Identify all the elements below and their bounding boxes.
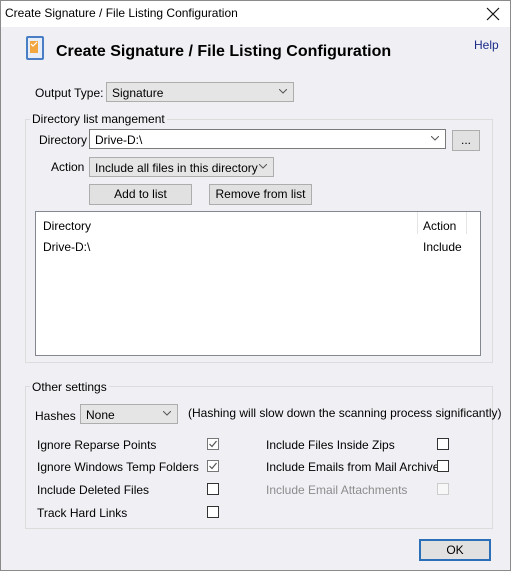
- checkmark-icon: [209, 462, 217, 470]
- hashes-note: (Hashing will slow down the scanning pro…: [188, 406, 502, 420]
- directory-group-title: Directory list mangement: [30, 112, 167, 126]
- directory-list[interactable]: Directory Action Drive-D:\ Include: [35, 211, 481, 356]
- action-select[interactable]: Include all files in this directory: [89, 157, 274, 177]
- output-type-value: Signature: [112, 86, 164, 100]
- include-email-attachments-checkbox: [437, 483, 449, 495]
- action-label: Action: [51, 160, 85, 174]
- window-title: Create Signature / File Listing Configur…: [5, 6, 238, 20]
- column-separator[interactable]: [417, 212, 418, 234]
- title-bar: Create Signature / File Listing Configur…: [1, 1, 510, 27]
- include-files-inside-zips-checkbox[interactable]: [437, 438, 449, 450]
- row-action: Include: [423, 240, 462, 254]
- ignore-temp-folders-checkbox[interactable]: [207, 460, 219, 472]
- close-icon: [486, 7, 500, 21]
- column-header-action[interactable]: Action: [423, 219, 456, 233]
- option-include-deleted-files-label: Include Deleted Files: [37, 483, 150, 497]
- track-hard-links-checkbox[interactable]: [207, 506, 219, 518]
- help-link[interactable]: Help: [474, 38, 499, 52]
- chevron-down-icon: [259, 164, 267, 169]
- column-header-directory[interactable]: Directory: [43, 219, 91, 233]
- ignore-reparse-points-checkbox[interactable]: [207, 438, 219, 450]
- option-ignore-reparse-points-label: Ignore Reparse Points: [37, 438, 157, 452]
- option-email-attachments-label: Include Email Attachments: [266, 483, 408, 497]
- browse-button[interactable]: ...: [452, 130, 480, 151]
- hashes-select[interactable]: None: [80, 404, 178, 424]
- signature-document-icon: [26, 36, 44, 60]
- option-ignore-temp-folders-label: Ignore Windows Temp Folders: [37, 460, 199, 474]
- directory-input[interactable]: Drive-D:\: [89, 129, 446, 149]
- list-header: Directory Action: [36, 212, 480, 234]
- other-settings-title: Other settings: [30, 380, 109, 394]
- hashes-value: None: [86, 408, 115, 422]
- directory-label: Directory: [39, 133, 88, 147]
- option-track-hard-links-label: Track Hard Links: [37, 506, 128, 520]
- directory-value: Drive-D:\: [95, 133, 143, 147]
- ok-button[interactable]: OK: [419, 539, 491, 561]
- hashes-label: Hashes: [35, 409, 76, 423]
- chevron-down-icon: [163, 411, 171, 416]
- remove-from-list-button[interactable]: Remove from list: [209, 184, 312, 205]
- dialog-window: Create Signature / File Listing Configur…: [0, 0, 511, 571]
- chevron-down-icon: [279, 89, 287, 94]
- column-separator[interactable]: [466, 212, 467, 234]
- page-title: Create Signature / File Listing Configur…: [56, 43, 392, 60]
- include-emails-from-archives-checkbox[interactable]: [437, 460, 449, 472]
- add-to-list-button[interactable]: Add to list: [89, 184, 192, 205]
- output-type-select[interactable]: Signature: [106, 82, 294, 102]
- checkmark-icon: [209, 440, 217, 448]
- list-row[interactable]: Drive-D:\ Include: [36, 236, 480, 254]
- chevron-down-icon: [431, 136, 439, 141]
- option-emails-from-archives-label: Include Emails from Mail Archives: [266, 460, 446, 474]
- row-directory: Drive-D:\: [43, 240, 91, 254]
- close-button[interactable]: [482, 3, 504, 25]
- action-value: Include all files in this directory: [95, 161, 258, 175]
- option-files-inside-zips-label: Include Files Inside Zips: [266, 438, 395, 452]
- include-deleted-files-checkbox[interactable]: [207, 483, 219, 495]
- output-type-label: Output Type:: [35, 86, 104, 100]
